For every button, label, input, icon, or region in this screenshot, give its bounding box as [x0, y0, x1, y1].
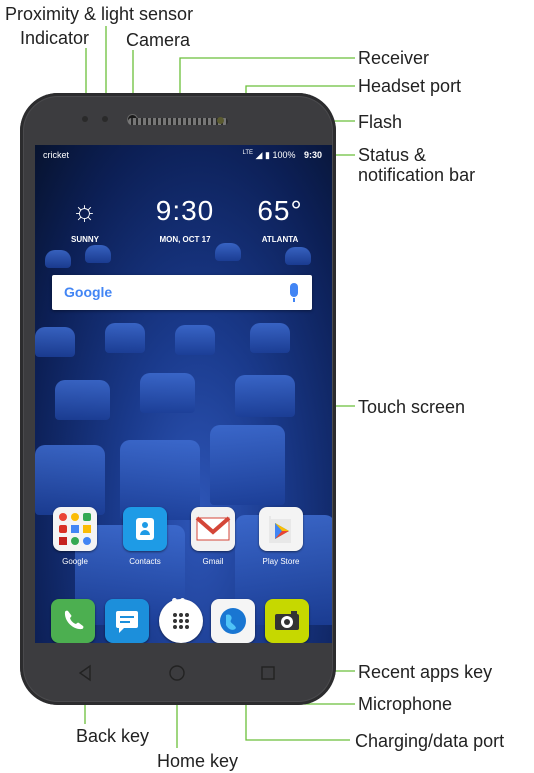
camera-app-icon[interactable] [265, 599, 309, 643]
callout-back-key: Back key [76, 726, 150, 746]
home-key-icon[interactable] [168, 664, 186, 682]
gmail-envelope-icon [195, 516, 231, 541]
callout-flash: Flash [358, 112, 403, 132]
callout-receiver: Receiver [358, 48, 430, 68]
carrier-label: cricket [43, 150, 70, 160]
app-label: Contacts [129, 557, 161, 566]
recent-apps-key-icon[interactable] [260, 665, 276, 681]
battery-percent: 100% [272, 150, 296, 160]
signal-strength-icon: ◢ [255, 150, 263, 160]
app-gmail[interactable]: Gmail [183, 507, 243, 566]
google-search-bar[interactable]: Google [52, 275, 312, 310]
play-triangle-icon [269, 516, 291, 543]
app-drawer-icon[interactable] [159, 599, 203, 643]
callout-proximity-sensor: Proximity & light sensor [5, 4, 194, 24]
google-folder-icon [53, 507, 97, 551]
widget-clock: 9:30 [155, 195, 215, 226]
messaging-icon[interactable] [105, 599, 149, 643]
app-label: Gmail [202, 557, 224, 566]
app-label: Google [62, 557, 88, 566]
app-play-store[interactable]: Play Store [251, 507, 311, 566]
widget-date: MON, OCT 17 [159, 235, 211, 244]
status-bar[interactable]: cricket LTE ◢ ▮ 100% 9:30 [35, 145, 332, 165]
callout-microphone: Microphone [358, 694, 453, 714]
battery-icon: ▮ [264, 150, 270, 160]
flash-icon [217, 117, 224, 124]
browser-icon[interactable] [211, 599, 255, 643]
play-store-icon [259, 507, 303, 551]
callout-headset-port: Headset port [358, 76, 462, 96]
receiver-speaker-icon [128, 118, 228, 125]
weather-condition: SUNNY [70, 235, 99, 244]
callout-touch-screen: Touch screen [358, 397, 466, 417]
callout-indicator: Indicator [20, 28, 90, 48]
touch-screen[interactable]: cricket LTE ◢ ▮ 100% 9:30 ☼ SUNNY 9:30 M… [35, 145, 332, 643]
temperature-block[interactable]: 65° ATLANTA [245, 195, 315, 244]
weather-condition-block[interactable]: ☼ SUNNY [65, 195, 105, 244]
callout-status-bar: Status & [358, 145, 427, 165]
app-google[interactable]: Google [45, 507, 105, 566]
contacts-icon [123, 507, 167, 551]
gmail-icon [191, 507, 235, 551]
status-time: 9:30 [303, 150, 322, 160]
widget-temperature: 65° [257, 195, 303, 226]
callout-home-key: Home key [157, 751, 239, 771]
google-logo: Google [64, 284, 113, 300]
back-key-icon[interactable] [77, 664, 93, 682]
callout-recent-apps-key: Recent apps key [358, 662, 493, 682]
clock-block[interactable]: 9:30 MON, OCT 17 [140, 195, 230, 244]
sun-icon: ☼ [71, 195, 99, 226]
lte-signal-icon: LTE [242, 150, 254, 156]
app-label: Play Store [262, 557, 300, 566]
indicator-led-icon [82, 116, 88, 122]
microphone-icon[interactable] [290, 283, 298, 302]
phone-icon[interactable] [51, 599, 95, 643]
widget-city: ATLANTA [261, 235, 299, 244]
app-contacts[interactable]: Contacts [115, 507, 175, 566]
proximity-sensor-icon [102, 116, 108, 122]
page-indicator [172, 588, 202, 603]
callout-status-bar-line2: notification bar [358, 165, 476, 185]
callout-camera: Camera [126, 30, 191, 50]
status-icons: LTE ◢ ▮ 100% 9:30 [242, 150, 322, 161]
callout-charging-port: Charging/data port [355, 731, 505, 751]
